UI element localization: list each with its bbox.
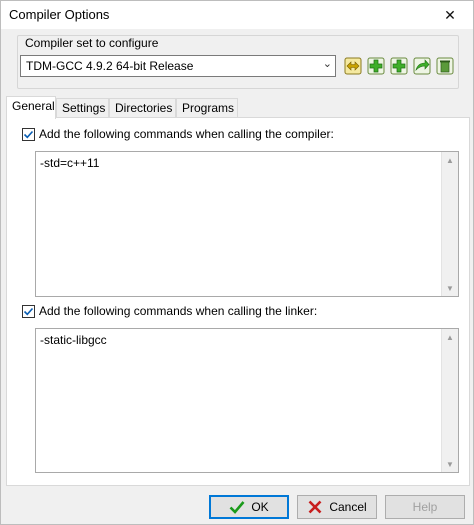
tab-label: Programs: [182, 101, 235, 115]
find-compilers-button[interactable]: [412, 56, 432, 76]
general-tab-panel: Add the following commands when calling …: [6, 117, 470, 486]
compiler-set-selected: TDM-GCC 4.9.2 64-bit Release: [26, 59, 194, 73]
compiler-set-label: Compiler set to configure: [23, 36, 161, 50]
rename-set-button[interactable]: [343, 56, 363, 76]
compiler-commands-text: -std=c++11: [40, 156, 100, 170]
add-empty-set-icon: [367, 57, 385, 75]
vertical-scrollbar[interactable]: ▲ ▼: [441, 152, 458, 296]
close-icon: ✕: [444, 6, 456, 23]
chevron-down-icon: ⌄: [322, 58, 332, 70]
check-icon: [229, 501, 245, 514]
title-bar: Compiler Options ✕: [1, 1, 473, 29]
tab-label: Directories: [115, 101, 173, 115]
close-icon: [308, 500, 322, 514]
checkmark-icon: [23, 307, 34, 315]
checkmark-icon: [23, 130, 34, 138]
delete-set-icon: [436, 57, 454, 75]
compiler-commands-textarea[interactable]: -std=c++11 ▲ ▼: [35, 151, 459, 297]
scroll-up-icon[interactable]: ▲: [442, 329, 458, 345]
help-button[interactable]: Help: [385, 495, 465, 519]
vertical-scrollbar[interactable]: ▲ ▼: [441, 329, 458, 472]
ok-label: OK: [251, 500, 269, 514]
linker-commands-text: -static-libgcc: [40, 333, 107, 347]
tab-directories[interactable]: Directories: [109, 98, 176, 118]
compiler-commands-checkbox-row[interactable]: Add the following commands when calling …: [22, 127, 334, 141]
help-label: Help: [412, 500, 438, 514]
scroll-up-icon[interactable]: ▲: [442, 152, 458, 168]
compiler-options-window: Compiler Options ✕ Compiler set to confi…: [0, 0, 474, 525]
compiler-commands-checkbox[interactable]: [22, 127, 35, 141]
linker-commands-checkbox-row[interactable]: Add the following commands when calling …: [22, 304, 317, 318]
rename-icon: [344, 57, 362, 75]
find-compilers-icon: [413, 57, 431, 75]
add-folder-set-icon: [390, 57, 408, 75]
close-button[interactable]: ✕: [427, 1, 473, 29]
add-empty-set-button[interactable]: [366, 56, 386, 76]
tab-settings[interactable]: Settings: [56, 98, 109, 118]
window-title: Compiler Options: [9, 7, 110, 22]
cancel-button[interactable]: Cancel: [297, 495, 377, 519]
add-folder-set-button[interactable]: [389, 56, 409, 76]
linker-commands-textarea[interactable]: -static-libgcc ▲ ▼: [35, 328, 459, 473]
ok-button[interactable]: OK: [209, 495, 289, 519]
tab-label: General: [12, 99, 55, 113]
tab-general[interactable]: General: [6, 96, 56, 119]
cancel-label: Cancel: [329, 500, 367, 514]
delete-set-button[interactable]: [435, 56, 455, 76]
scroll-down-icon[interactable]: ▼: [442, 280, 458, 296]
linker-commands-checkbox[interactable]: [22, 304, 35, 318]
compiler-set-dropdown[interactable]: TDM-GCC 4.9.2 64-bit Release ⌄: [20, 55, 336, 77]
scroll-down-icon[interactable]: ▼: [442, 456, 458, 472]
tab-label: Settings: [62, 101, 106, 115]
compiler-commands-label: Add the following commands when calling …: [39, 127, 334, 141]
tab-programs[interactable]: Programs: [176, 98, 238, 118]
linker-commands-label: Add the following commands when calling …: [39, 304, 318, 318]
